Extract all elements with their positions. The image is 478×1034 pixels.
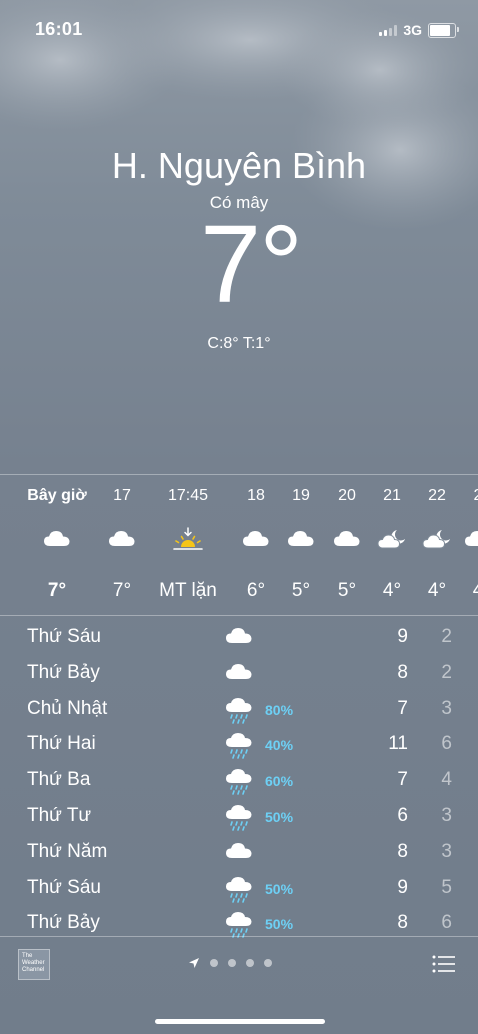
hour-temperature: 7° [47,580,67,601]
precipitation-chance: 80% [265,701,294,718]
daily-row: Thứ Tư 50% 6 3 [0,799,478,835]
daily-row: Thứ Năm 8 3 [0,835,478,871]
precipitation-chance: 50% [265,916,294,933]
hour-label: 2 [448,487,478,505]
cloud-icon [286,527,316,553]
cloud-icon [332,527,362,553]
hour-temperature: 7° [112,580,132,601]
precipitation-chance: 40% [265,737,294,754]
cloud-icon [241,527,271,553]
page-dot [228,959,236,967]
signal-icon [379,24,398,36]
low-temperature: 3 [441,805,452,826]
cloud-rain-icon [224,767,254,795]
low-temperature: 2 [441,661,452,683]
city-name: H. Nguyên Bình [111,145,367,186]
status-bar: 16:01 3G [0,18,478,44]
status-time: 16:01 [35,19,83,39]
network-type: 3G [403,22,422,38]
day-name: Thứ Tư [27,805,92,826]
high-low: C:8° T:1° [207,335,271,352]
day-name: Thứ Hai [27,733,96,755]
cloud-icon [463,527,478,553]
cloud-icon [224,624,254,652]
daily-row: Thứ Ba 60% 7 4 [0,763,478,799]
precipitation-chance: 50% [265,809,294,825]
page-dot [246,959,254,967]
battery-icon [428,22,459,38]
bottom-toolbar: The Weather Channel [0,936,478,996]
high-temperature: 7 [397,697,408,719]
high-temperature: 9 [397,626,408,647]
low-temperature: 3 [441,697,452,719]
cloud-rain-icon [224,731,254,760]
low-temperature: 4 [441,769,452,791]
cloud-rain-icon [224,910,254,939]
hour-temperature: 4 [472,580,478,601]
low-temperature: 3 [441,840,452,862]
divider [0,615,478,616]
day-name: Thứ Bảy [27,661,100,683]
cloud-rain-icon [224,803,254,831]
low-temperature: 6 [441,733,452,755]
day-name: Thứ Sáu [27,876,101,898]
page-dot [264,959,272,967]
daily-row: Thứ Sáu 9 2 [0,620,478,656]
cloud-moon-icon [377,527,407,553]
weather-channel-logo[interactable]: The Weather Channel [18,949,50,980]
low-temperature: 6 [441,912,452,934]
current-temperature: 7° [200,203,303,326]
low-temperature: 2 [441,626,452,647]
high-temperature: 6 [397,805,408,826]
day-name: Thứ Ba [27,769,91,791]
daily-row: Thứ Sáu 50% 9 5 [0,871,478,907]
cloud-rain-icon [224,696,254,724]
hour-label: 17 [113,487,131,504]
daily-row: Thứ Hai 40% 11 6 [0,727,478,763]
cloud-icon [224,839,254,867]
high-temperature: 9 [397,876,408,898]
high-temperature: 11 [388,733,408,755]
cloud-rain-icon [224,875,254,903]
cloud-icon [224,660,254,688]
day-name: Chủ Nhật [27,697,108,719]
high-temperature: 8 [397,912,408,934]
precipitation-chance: 60% [265,773,294,790]
hourly-forecast[interactable]: Bây giờ 7° 17 7° 17:45 MT lặn 18 6° 19 5° 20 5° 21 4°… [0,475,478,615]
location-arrow-icon [189,958,199,968]
hour-label: Bây giờ [27,487,87,504]
high-temperature: 8 [397,840,408,862]
hour-label: 17:45 [167,487,209,504]
day-name: Thứ Bảy [27,912,100,934]
cloud-icon [42,527,72,553]
daily-row: Thứ Bảy 8 2 [0,656,478,692]
daily-row: Chủ Nhật 80% 7 3 [0,692,478,728]
low-temperature: 5 [441,876,452,898]
page-dot [210,959,218,967]
high-temperature: 7 [397,769,408,791]
sunset-icon [173,527,203,553]
hour-temperature: MT lặn [159,580,217,601]
list-icon[interactable] [432,955,456,973]
precipitation-chance: 50% [265,880,294,897]
day-name: Thứ Sáu [27,626,101,647]
cloud-moon-icon [422,527,452,553]
high-temperature: 8 [397,661,408,683]
cloud-icon [107,527,137,553]
day-name: Thứ Năm [27,840,108,862]
page-indicator[interactable] [188,957,272,969]
home-indicator[interactable] [155,1019,325,1024]
